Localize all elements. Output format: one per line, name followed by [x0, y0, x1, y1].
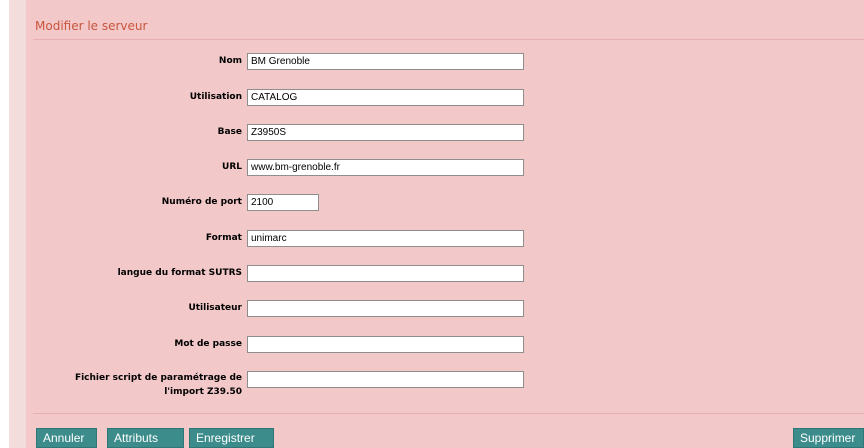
field-label-port: Numéro de port — [161, 197, 242, 207]
field-label-url: URL — [222, 162, 242, 172]
field-label-sutrs-language: langue du format SUTRS — [117, 268, 242, 278]
left-margin-strip — [9, 0, 26, 448]
field-label-nom: Nom — [218, 56, 242, 66]
field-row-port: Numéro de port — [26, 192, 864, 232]
field-row-password: Mot de passe — [26, 334, 864, 374]
field-label-utilisation: Utilisation — [189, 92, 242, 102]
field-label-import-script-line1: Fichier script de paramétrage de — [74, 373, 242, 383]
panel-title: Modifier le serveur — [35, 19, 148, 33]
save-button[interactable]: Enregistrer — [189, 428, 274, 448]
attributes-button[interactable]: Attributs — [107, 428, 184, 448]
base-input[interactable] — [247, 124, 524, 141]
nom-input[interactable] — [247, 53, 524, 70]
field-row-utilisation: Utilisation — [26, 87, 864, 127]
field-label-format: Format — [205, 233, 242, 243]
page: Modifier le serveur Nom Utilisation Base… — [0, 0, 864, 448]
port-input[interactable] — [247, 194, 319, 211]
field-label-base: Base — [217, 127, 242, 137]
title-divider — [33, 39, 864, 40]
field-row-url: URL — [26, 157, 864, 197]
field-row-nom: Nom — [26, 51, 864, 91]
field-row-sutrs-language: langue du format SUTRS — [26, 263, 864, 303]
sutrs-language-input[interactable] — [247, 265, 524, 282]
user-input[interactable] — [247, 300, 524, 317]
import-script-input[interactable] — [247, 371, 524, 388]
cancel-button[interactable]: Annuler — [36, 428, 97, 448]
field-row-format: Format — [26, 228, 864, 268]
field-row-import-script: Fichier script de paramétrage de l'impor… — [26, 369, 864, 409]
password-input[interactable] — [247, 336, 524, 353]
field-row-base: Base — [26, 122, 864, 162]
field-label-import-script-line2: l'import Z39.50 — [164, 387, 242, 397]
url-input[interactable] — [247, 159, 524, 176]
delete-button[interactable]: Supprimer — [793, 428, 864, 448]
utilisation-input[interactable] — [247, 89, 524, 106]
field-row-user: Utilisateur — [26, 298, 864, 338]
format-input[interactable] — [247, 230, 524, 247]
field-label-user: Utilisateur — [188, 303, 242, 313]
field-label-password: Mot de passe — [174, 339, 242, 349]
edit-server-panel: Modifier le serveur Nom Utilisation Base… — [26, 0, 864, 448]
bottom-divider — [33, 413, 864, 414]
